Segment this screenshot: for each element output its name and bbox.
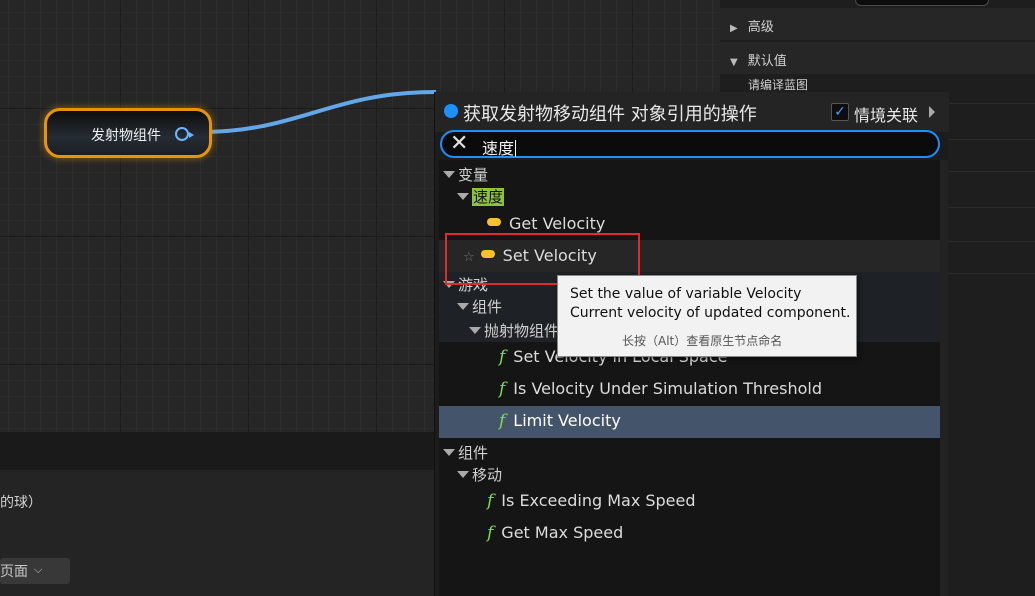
category-label: 抛射物组件 — [484, 322, 560, 340]
function-icon: f — [499, 379, 506, 399]
item-tooltip: Set the value of variable Velocity Curre… — [557, 275, 857, 357]
page-button-label: 页面 — [0, 564, 28, 580]
action-list-scrollbar[interactable] — [940, 160, 948, 596]
expand-arrow-icon — [457, 471, 469, 478]
action-menu-title: 获取发射物移动组件 对象引用的操作 — [463, 104, 757, 125]
context-sensitive-label[interactable]: 情境关联 — [854, 102, 918, 126]
action-search-input[interactable]: ✕ 速度 — [440, 130, 940, 158]
details-top-field[interactable] — [855, 0, 989, 6]
clear-search-icon[interactable]: ✕ — [450, 132, 468, 156]
expand-arrow-icon — [443, 449, 455, 456]
bottom-tab-bar — [0, 432, 434, 470]
function-icon: f — [487, 523, 494, 543]
list-item-limit-velocity[interactable]: f Limit Velocity — [439, 406, 941, 438]
advanced-section[interactable]: ▶ 高级 — [720, 8, 1035, 40]
expand-arrow-icon — [457, 303, 469, 310]
function-icon: f — [499, 411, 506, 431]
item-label: Get Max Speed — [501, 523, 624, 542]
bottom-partial-text: 的球） — [0, 495, 42, 511]
variable-pin-icon — [487, 218, 501, 226]
list-item-is-exceeding-max-speed[interactable]: f Is Exceeding Max Speed — [439, 486, 941, 518]
node-label: 发射物组件 — [91, 128, 161, 144]
function-icon: f — [499, 347, 506, 367]
list-item-is-velocity-under-threshold[interactable]: f Is Velocity Under Simulation Threshold — [439, 374, 941, 406]
category-label: 速度 — [472, 188, 505, 206]
defaults-label: 默认值 — [747, 54, 787, 69]
category-label: 移动 — [472, 466, 503, 484]
page-dropdown-button[interactable]: 页面 ⌵ — [0, 558, 70, 584]
category-label: 变量 — [458, 166, 489, 184]
chevron-right-icon[interactable] — [929, 106, 935, 118]
action-list[interactable]: 变量 速度 Get Velocity ☆ Set Velocity 游戏 组件 抛… — [439, 160, 941, 596]
item-label: Limit Velocity — [513, 411, 621, 430]
item-label: Is Exceeding Max Speed — [501, 491, 696, 510]
tooltip-hint: 长按（Alt）查看原生节点命名 — [622, 334, 783, 348]
category-label: 组件 — [458, 444, 489, 462]
list-item-get-max-speed[interactable]: f Get Max Speed — [439, 518, 941, 550]
advanced-label: 高级 — [747, 20, 774, 35]
context-sensitive-checkbox[interactable]: ✓ — [831, 103, 849, 121]
item-label: Is Velocity Under Simulation Threshold — [513, 379, 822, 398]
expand-arrow-icon — [443, 171, 455, 178]
projectile-component-node[interactable]: 发射物组件 — [44, 108, 212, 158]
search-value[interactable]: 速度 — [482, 135, 517, 159]
output-pin-icon[interactable] — [175, 127, 194, 141]
expand-arrow-icon — [457, 193, 469, 200]
tooltip-line-1: Set the value of variable Velocity — [570, 286, 802, 302]
action-menu-header: 获取发射物移动组件 对象引用的操作 ✓ 情境关联 — [435, 92, 949, 132]
chevron-right-icon: ▶ — [730, 23, 738, 34]
function-icon: f — [487, 491, 494, 511]
chevron-down-icon: ▼ — [730, 57, 738, 68]
text-caret — [515, 140, 517, 157]
category-label: 组件 — [472, 298, 503, 316]
object-reference-icon — [444, 104, 458, 118]
tooltip-line-2: Current velocity of updated component. — [570, 305, 851, 321]
search-text: 速度 — [482, 139, 515, 158]
expand-arrow-icon — [469, 327, 481, 334]
item-label: Get Velocity — [509, 214, 606, 233]
defaults-section[interactable]: ▼ 默认值 — [720, 42, 1035, 74]
chevron-down-icon: ⌵ — [34, 563, 43, 576]
